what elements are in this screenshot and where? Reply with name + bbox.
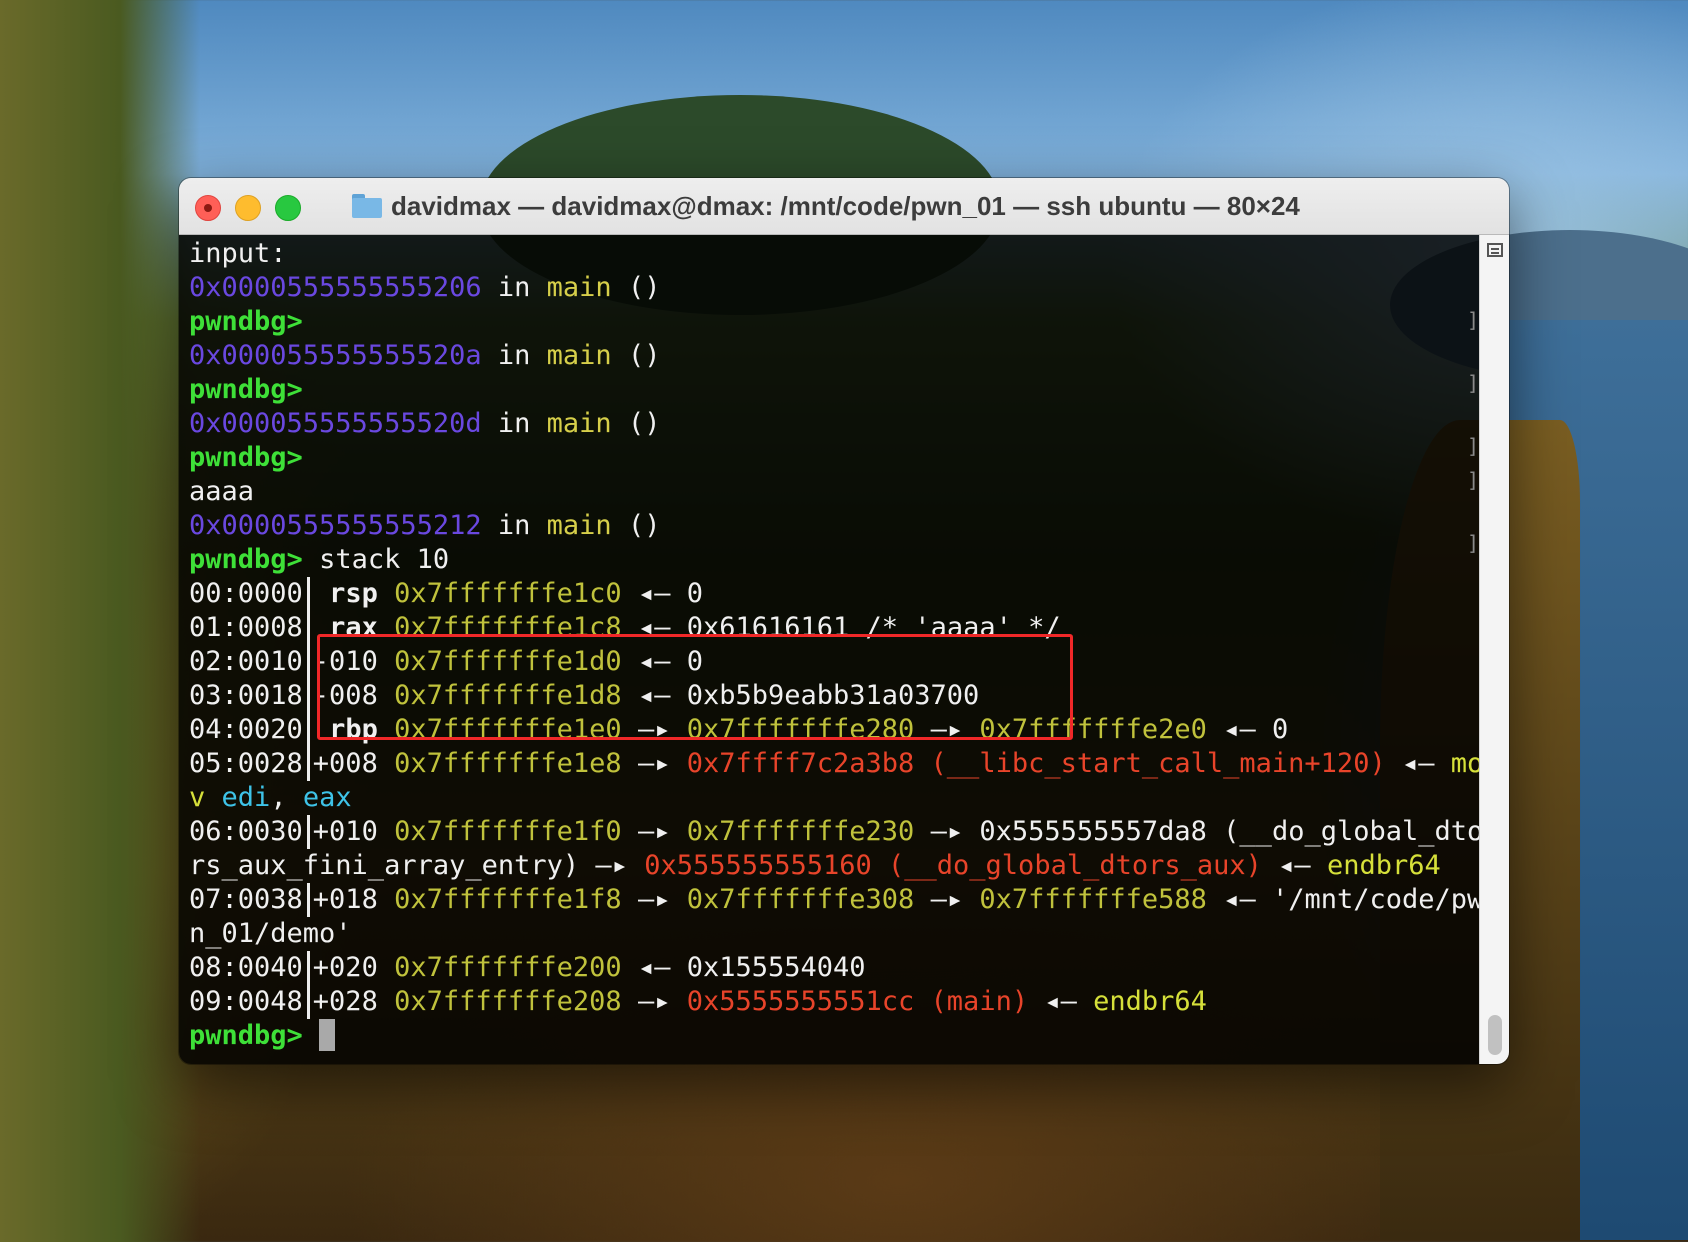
terminal-window: davidmax — davidmax@dmax: /mnt/code/pwn_…	[179, 178, 1509, 1064]
stack-row: 00:0000 rsp 0x7fffffffe1c0 ◂— 0	[189, 577, 703, 611]
frame-line: 0x0000555555555212 in main ()	[189, 510, 661, 541]
stack-row: 05:0028 +008 0x7fffffffe1e8 —▸ 0x7ffff7c2…	[189, 747, 1484, 781]
command: stack 10	[319, 544, 450, 575]
stack-row: 09:0048 +028 0x7fffffffe208 —▸ 0x55555555…	[189, 985, 1207, 1019]
close-dot-icon	[204, 204, 212, 212]
terminal-output[interactable]: input: 0x0000555555555206 in main () pwn…	[179, 235, 1483, 1064]
stack-row: 01:0008 rax 0x7fffffffe1c8 ◂— 0x61616161…	[189, 611, 1061, 645]
mark-bracket: ]	[1467, 531, 1480, 555]
prompt-line: pwndbg>	[189, 441, 1483, 475]
stack-row-wrap: v edi, eax	[189, 782, 352, 813]
zoom-button[interactable]	[275, 195, 301, 221]
stack-row-wrap: rs_aux_fini_array_entry) —▸ 0x5555555551…	[189, 850, 1441, 881]
close-button[interactable]	[195, 195, 221, 221]
scroll-thumb[interactable]	[1488, 1015, 1502, 1055]
stack-row: 04:0020 rbp 0x7fffffffe1e0 —▸ 0x7fffffff…	[189, 713, 1289, 747]
user-input-line: aaaa	[189, 476, 255, 507]
minimize-button[interactable]	[235, 195, 261, 221]
prompt-line: pwndbg>	[189, 373, 1483, 407]
title-bar[interactable]: davidmax — davidmax@dmax: /mnt/code/pwn_…	[179, 178, 1509, 235]
mark-bracket: ]	[1467, 308, 1480, 332]
prompt: pwndbg>	[189, 544, 303, 575]
stack-row: 07:0038 +018 0x7fffffffe1f8 —▸ 0x7fffffff…	[189, 883, 1484, 917]
active-prompt-line[interactable]: pwndbg>	[189, 1019, 1483, 1053]
stack-row: 02:0010 -010 0x7fffffffe1d0 ◂— 0	[189, 645, 703, 679]
folder-icon	[352, 194, 382, 218]
command-line: pwndbg> stack 10	[189, 543, 1483, 577]
prompt-line: pwndbg>	[189, 305, 1483, 339]
stack-row: 06:0030 +010 0x7fffffffe1f0 —▸ 0x7fffffff…	[189, 815, 1484, 849]
terminal-line: input:	[189, 238, 287, 269]
mark-bracket: ]	[1467, 468, 1480, 492]
desktop-wallpaper-forest	[0, 0, 200, 1242]
vertical-scrollbar[interactable]	[1479, 235, 1509, 1064]
text-cursor	[318, 1019, 335, 1051]
prompt: pwndbg>	[189, 306, 303, 337]
prompt: pwndbg>	[189, 1020, 303, 1051]
frame-line: 0x000055555555520a in main ()	[189, 340, 661, 371]
prompt: pwndbg>	[189, 442, 303, 473]
frame-line: 0x000055555555520d in main ()	[189, 408, 661, 439]
stack-row-wrap: n_01/demo'	[189, 918, 352, 949]
stack-row: 08:0040 +020 0x7fffffffe200 ◂— 0x15555404…	[189, 951, 866, 985]
mark-bracket: ]	[1467, 434, 1480, 458]
prompt: pwndbg>	[189, 374, 303, 405]
mark-bracket: ]	[1467, 371, 1480, 395]
frame-line: 0x0000555555555206 in main ()	[189, 272, 661, 303]
window-title: davidmax — davidmax@dmax: /mnt/code/pwn_…	[391, 191, 1300, 221]
split-pane-icon[interactable]	[1487, 243, 1503, 257]
stack-row: 03:0018 -008 0x7fffffffe1d8 ◂— 0xb5b9eabb…	[189, 679, 980, 713]
